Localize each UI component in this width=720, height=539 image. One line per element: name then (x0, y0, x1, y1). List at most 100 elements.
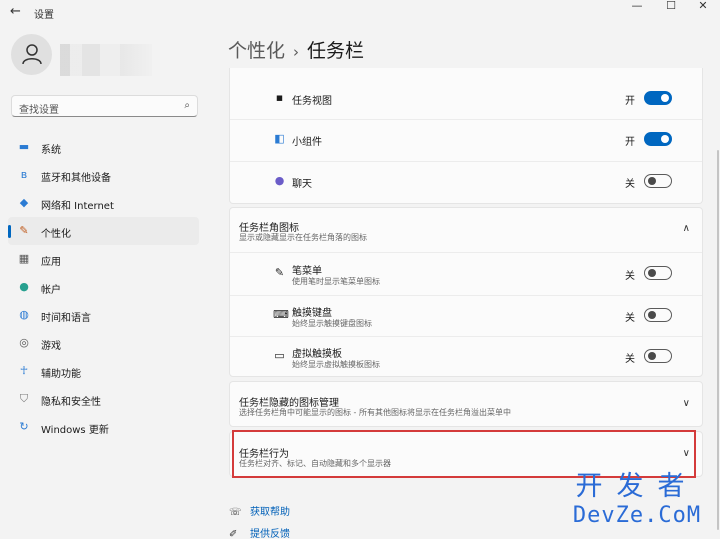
sidebar-item-label: 辅助功能 (41, 369, 81, 380)
chat-toggle[interactable] (644, 174, 672, 188)
touch-keyboard-toggle[interactable] (644, 308, 672, 322)
watermark-chinese: 开发者 (575, 471, 699, 502)
back-arrow-icon[interactable]: ← (10, 4, 24, 20)
toggle-state: 关 (625, 354, 635, 365)
sidebar-item-time-language[interactable]: ◍ 时间和语言 (8, 301, 199, 329)
setting-description: 始终显示触摸键盘图标 (292, 319, 372, 328)
sidebar-item-accessibility[interactable]: ☥ 辅助功能 (8, 357, 199, 385)
sidebar-item-label: 游戏 (41, 341, 61, 352)
virtual-touchpad-toggle[interactable] (644, 349, 672, 363)
sidebar-item-label: 时间和语言 (41, 313, 91, 324)
page-title: 任务栏 (307, 40, 365, 62)
pen-icon: ✎ (274, 266, 285, 279)
sidebar-item-label: Windows 更新 (41, 425, 109, 436)
sidebar-item-gaming[interactable]: ◎ 游戏 (8, 329, 199, 357)
setting-row-task-view: ▪ 任务视图 开 (230, 78, 702, 119)
sidebar-item-network[interactable]: ◆ 网络和 Internet (8, 189, 199, 217)
minimize-button[interactable]: — (622, 0, 652, 14)
sidebar-item-label: 应用 (41, 257, 61, 268)
help-icon: ☏ (229, 507, 242, 518)
close-button[interactable]: ✕ (688, 0, 718, 14)
chevron-up-icon[interactable]: ∧ (683, 223, 690, 234)
setting-row-touch-keyboard: ⌨ 触摸键盘 始终显示触摸键盘图标 关 (230, 295, 702, 336)
brush-icon: ✎ (19, 224, 29, 237)
accessibility-icon: ☥ (19, 364, 29, 377)
corner-icons-header[interactable]: 任务栏角图标 显示或隐藏显示在任务栏角落的图标 ∧ (230, 208, 702, 252)
avatar[interactable] (11, 34, 52, 75)
setting-label: 聊天 (292, 179, 312, 190)
scrollbar[interactable] (717, 150, 719, 530)
globe-clock-icon: ◍ (19, 308, 29, 321)
user-name-redacted (60, 44, 152, 76)
breadcrumb-parent[interactable]: 个性化 (228, 40, 285, 62)
sidebar-item-apps[interactable]: ▦ 应用 (8, 245, 199, 273)
give-feedback-link[interactable]: ✐ 提供反馈 (229, 525, 290, 539)
watermark-english: DevZe.CoM (572, 503, 702, 528)
toggle-state: 关 (625, 271, 635, 282)
account-icon: ● (19, 280, 29, 293)
breadcrumb-separator: › (293, 43, 300, 61)
update-icon: ↻ (19, 420, 29, 433)
watermark-logo: 开发者 DevZe.CoM (562, 472, 712, 530)
toggle-state: 关 (625, 313, 635, 324)
shield-icon: ⛉ (19, 392, 29, 405)
sidebar-item-privacy[interactable]: ⛉ 隐私和安全性 (8, 385, 199, 413)
corner-icons-card: 任务栏角图标 显示或隐藏显示在任务栏角落的图标 ∧ ✎ 笔菜单 使用笔时显示笔菜… (229, 207, 703, 377)
sidebar-item-label: 帐户 (41, 285, 61, 296)
bluetooth-icon: ʙ (20, 168, 28, 181)
sidebar-item-label: 网络和 Internet (41, 201, 114, 212)
task-view-icon: ▪ (275, 91, 284, 104)
search-placeholder: 查找设置 (19, 105, 59, 116)
sidebar-item-label: 个性化 (41, 229, 71, 240)
gamepad-icon: ◎ (19, 336, 29, 349)
setting-label: 笔菜单 (292, 266, 322, 277)
get-help-link[interactable]: ☏ 获取帮助 (229, 503, 290, 518)
section-subtitle: 显示或隐藏显示在任务栏角落的图标 (239, 233, 367, 242)
task-view-toggle[interactable] (644, 91, 672, 105)
sidebar-item-windows-update[interactable]: ↻ Windows 更新 (8, 413, 199, 441)
setting-label: 虚拟触摸板 (292, 349, 342, 360)
sidebar-item-system[interactable]: ▬ 系统 (8, 133, 199, 161)
section-subtitle: 选择任务栏角中可能显示的图标 - 所有其他图标将显示在任务栏角溢出菜单中 (239, 408, 511, 417)
maximize-button[interactable]: ☐ (656, 0, 686, 14)
setting-row-pen-menu: ✎ 笔菜单 使用笔时显示笔菜单图标 关 (230, 253, 702, 294)
apps-icon: ▦ (18, 252, 30, 265)
chat-icon: ● (274, 174, 285, 187)
setting-label: 任务视图 (292, 96, 332, 107)
overflow-icons-card[interactable]: 任务栏隐藏的图标管理 选择任务栏角中可能显示的图标 - 所有其他图标将显示在任务… (229, 381, 703, 427)
setting-label: 小组件 (292, 137, 322, 148)
title-bar: ← 设置 — ☐ ✕ (0, 0, 720, 26)
sidebar-item-accounts[interactable]: ● 帐户 (8, 273, 199, 301)
feedback-icon: ✐ (229, 529, 238, 539)
touchpad-icon: ▭ (274, 349, 285, 362)
monitor-icon: ▬ (18, 140, 30, 153)
setting-label: 触摸键盘 (292, 308, 332, 319)
toggle-state: 关 (625, 179, 635, 190)
wifi-icon: ◆ (19, 196, 29, 209)
sidebar-item-label: 隐私和安全性 (41, 397, 101, 408)
toggle-state: 开 (625, 137, 635, 148)
toggle-state: 开 (625, 96, 635, 107)
keyboard-icon: ⌨ (273, 308, 289, 321)
setting-row-chat: ● 聊天 关 (230, 161, 702, 202)
sidebar-nav: ▬ 系统 ʙ 蓝牙和其他设备 ◆ 网络和 Internet ✎ 个性化 ▦ 应用… (8, 133, 199, 441)
search-input[interactable]: 查找设置 ⌕ (11, 95, 198, 117)
setting-row-widgets: ◧ 小组件 开 (230, 119, 702, 160)
link-label: 提供反馈 (250, 529, 290, 539)
sidebar-item-label: 系统 (41, 145, 61, 156)
window-title: 设置 (34, 10, 54, 21)
setting-description: 使用笔时显示笔菜单图标 (292, 277, 380, 286)
breadcrumb: 个性化 › 任务栏 (228, 36, 364, 63)
sidebar-item-label: 蓝牙和其他设备 (41, 173, 111, 184)
sidebar-item-bluetooth[interactable]: ʙ 蓝牙和其他设备 (8, 161, 199, 189)
widgets-icon: ◧ (274, 132, 285, 145)
chevron-down-icon[interactable]: ∨ (683, 398, 690, 409)
sidebar-item-personalization[interactable]: ✎ 个性化 (8, 217, 199, 245)
widgets-toggle[interactable] (644, 132, 672, 146)
person-icon (22, 44, 42, 65)
taskbar-items-card: ▪ 任务视图 开 ◧ 小组件 开 ● 聊天 关 (229, 68, 703, 204)
pen-menu-toggle[interactable] (644, 266, 672, 280)
setting-row-virtual-touchpad: ▭ 虚拟触摸板 始终显示虚拟触摸板图标 关 (230, 336, 702, 377)
search-icon[interactable]: ⌕ (184, 100, 190, 111)
setting-description: 始终显示虚拟触摸板图标 (292, 360, 380, 369)
